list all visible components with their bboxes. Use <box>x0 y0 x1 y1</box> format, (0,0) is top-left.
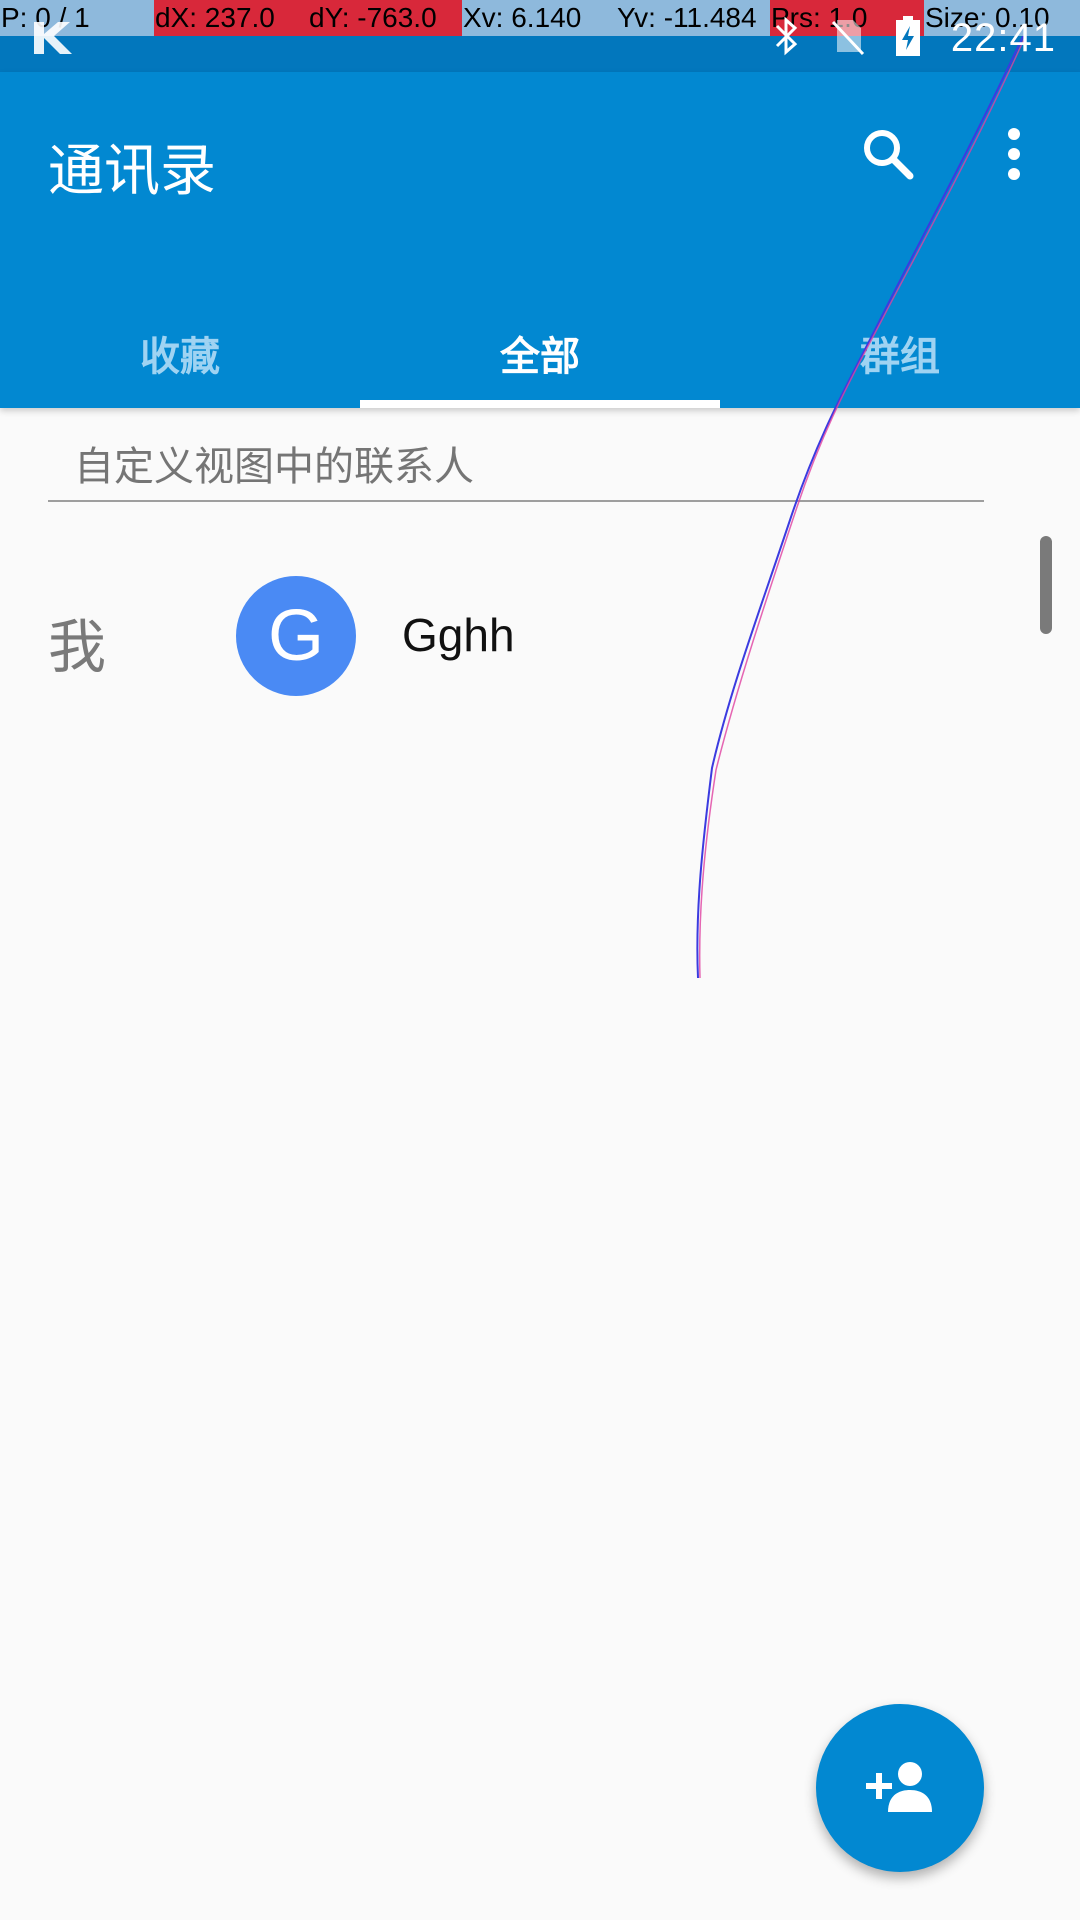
delta-y: dY: -763.0 <box>308 0 462 36</box>
contact-name[interactable]: Gghh <box>402 608 515 662</box>
tab-all[interactable]: 全部 <box>360 298 720 408</box>
battery-charging-icon <box>893 14 923 62</box>
bluetooth-icon <box>771 16 801 60</box>
search-button[interactable] <box>848 116 928 196</box>
me-section-label: 我 <box>48 613 107 681</box>
more-vert-icon <box>1004 126 1024 186</box>
search-icon <box>860 126 916 186</box>
clock: 22:41 <box>950 15 1056 60</box>
no-sim-icon <box>829 16 865 60</box>
app-bar: 通讯录 收藏 全部 群组 <box>0 72 1080 408</box>
add-person-icon <box>864 1758 936 1818</box>
velocity-x: Xv: 6.140 <box>462 0 616 36</box>
scrollbar-thumb[interactable] <box>1040 536 1052 634</box>
tab-groups[interactable]: 群组 <box>720 298 1080 408</box>
filter-header-text: 自定义视图中的联系人 <box>74 444 474 490</box>
page-title: 通讯录 <box>48 139 216 204</box>
notification-k-icon <box>30 18 78 56</box>
more-options-button[interactable] <box>974 116 1054 196</box>
delta-x: dX: 237.0 <box>154 0 308 36</box>
add-contact-button[interactable] <box>816 1704 984 1872</box>
list-filter-header: 自定义视图中的联系人 <box>48 428 984 502</box>
velocity-y: Yv: -11.484 <box>616 0 770 36</box>
active-tab-indicator <box>360 400 720 408</box>
tab-favorites[interactable]: 收藏 <box>0 298 360 408</box>
status-icons: 22:41 <box>771 16 1056 60</box>
contact-avatar[interactable]: G <box>236 576 356 696</box>
tab-bar: 收藏 全部 群组 <box>0 298 1080 408</box>
